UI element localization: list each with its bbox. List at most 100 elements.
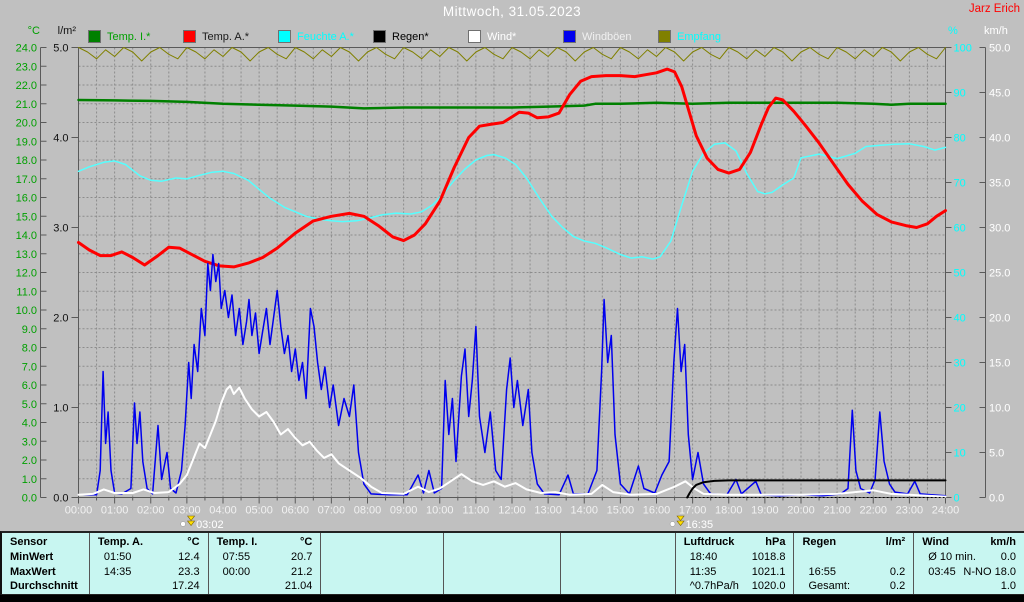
max-time: 00:00 (209, 565, 251, 580)
table-column-temp-i: Temp. I.°C 07:5520.7 00:0021.2 21.04 (209, 533, 322, 594)
time-tick-label: 23:00 (896, 505, 924, 517)
time-tick-label: 10:00 (426, 505, 454, 517)
temp-tick-label: 24.0 (16, 43, 37, 55)
column-unit: hPa (765, 535, 793, 550)
marker-dot-icon (670, 522, 675, 527)
temp-tick-label: 2.0 (22, 455, 37, 467)
temp-tick-label: 0.0 (22, 493, 37, 505)
temp-tick-label: 16.0 (16, 193, 37, 205)
max-value: 0.2 (890, 565, 913, 580)
temp-tick-label: 22.0 (16, 80, 37, 92)
min-time: Ø 10 min. (914, 550, 976, 565)
time-tick-label: 08:00 (354, 505, 382, 517)
avg-value: 1.0 (1001, 579, 1024, 594)
rain-tick-label: 4.0 (53, 133, 68, 145)
rain-tick-label: 1.0 (53, 403, 68, 415)
temp-tick-label: 19.0 (16, 136, 37, 148)
wind-tick-label: 45.0 (989, 88, 1010, 100)
time-tick-label: 22:00 (859, 505, 887, 517)
temp-tick-label: 21.0 (16, 99, 37, 111)
time-tick-label: 02:00 (137, 505, 165, 517)
humidity-tick-label: 40 (954, 313, 966, 325)
avg-value: 0.2 (890, 579, 913, 594)
humidity-tick-label: 70 (954, 178, 966, 190)
time-tick-label: 16:00 (643, 505, 671, 517)
temp-tick-label: 12.0 (16, 268, 37, 280)
time-tick-label: 05:00 (245, 505, 273, 517)
max-time: 03:45 (914, 565, 956, 580)
time-tick-label: 09:00 (390, 505, 418, 517)
time-tick-label: 21:00 (823, 505, 851, 517)
rain-tick-label: 2.0 (53, 313, 68, 325)
max-value: N-NO 18.0 (963, 565, 1024, 580)
temp-tick-label: 9.0 (22, 324, 37, 336)
table-row-label: MaxWert (2, 565, 89, 580)
table-row-label: Sensor (2, 535, 89, 550)
time-tick-label: 12:00 (498, 505, 526, 517)
wind-tick-label: 25.0 (989, 268, 1010, 280)
temp-tick-label: 17.0 (16, 174, 37, 186)
temp-tick-label: 14.0 (16, 230, 37, 242)
max-time: 14:35 (90, 565, 132, 580)
marker-arrow-icon (188, 516, 195, 526)
marker-time-label: 03:02 (196, 519, 224, 531)
marker-dot-icon (181, 522, 186, 527)
max-value: 21.2 (291, 565, 320, 580)
stats-table: Sensor MinWert MaxWert Durchschnitt Temp… (0, 531, 1024, 595)
wind-tick-label: 50.0 (989, 43, 1010, 55)
temp-tick-label: 11.0 (16, 286, 37, 298)
table-column-wind: Windkm/h Ø 10 min.0.0 03:45N-NO 18.0 1.0 (914, 533, 1024, 594)
time-tick-label: 19:00 (751, 505, 779, 517)
wind-tick-label: 5.0 (989, 448, 1004, 460)
marker-arrow-icon (677, 516, 684, 526)
temp-tick-label: 1.0 (22, 474, 37, 486)
table-column-regen: Regenl/m² 16:550.2 Gesamt:0.2 (794, 533, 914, 594)
time-tick-label: 13:00 (534, 505, 562, 517)
time-tick-label: 01:00 (101, 505, 129, 517)
max-value: 1021.1 (752, 565, 794, 580)
table-column-empty-3 (561, 533, 676, 594)
temp-tick-label: 23.0 (16, 61, 37, 73)
column-name: Temp. I. (209, 535, 258, 550)
rain-tick-label: 0.0 (53, 493, 68, 505)
table-column-luftdruck: LuftdruckhPa 18:401018.8 11:351021.1 ^0.… (676, 533, 795, 594)
wind-tick-label: 10.0 (989, 403, 1010, 415)
table-column-empty-1 (321, 533, 444, 594)
time-tick-label: 03:00 (173, 505, 201, 517)
time-tick-label: 07:00 (318, 505, 346, 517)
min-value: 1018.8 (752, 550, 794, 565)
weather-app-window: Mittwoch, 31.05.2023 Jarz Erich °C l/m² … (0, 0, 1024, 602)
weather-chart: 0.01.02.03.04.05.06.07.08.09.010.011.012… (0, 0, 1024, 531)
time-tick-label: 18:00 (715, 505, 743, 517)
time-tick-label: 06:00 (281, 505, 309, 517)
series-empfang (79, 48, 946, 62)
wind-tick-label: 15.0 (989, 358, 1010, 370)
rain-tick-label: 5.0 (53, 43, 68, 55)
min-time: 07:55 (209, 550, 251, 565)
min-value: 12.4 (178, 550, 207, 565)
humidity-tick-label: 90 (954, 88, 966, 100)
table-row-label: MinWert (2, 550, 89, 565)
temp-tick-label: 7.0 (22, 361, 37, 373)
table-column-temp-a: Temp. A.°C 01:5012.4 14:3523.3 17.24 (90, 533, 209, 594)
time-tick-label: 11:00 (463, 505, 490, 517)
max-value: 23.3 (178, 565, 207, 580)
avg-label (90, 579, 104, 594)
humidity-tick-label: 20 (954, 403, 966, 415)
max-time: 16:55 (794, 565, 836, 580)
temp-tick-label: 15.0 (16, 211, 37, 223)
column-name: Wind (914, 535, 949, 550)
avg-label: ^0.7hPa/h (676, 579, 739, 594)
table-row-labels: Sensor MinWert MaxWert Durchschnitt (2, 533, 90, 594)
temp-tick-label: 3.0 (22, 436, 37, 448)
temp-tick-label: 4.0 (22, 418, 37, 430)
column-unit: °C (300, 535, 320, 550)
avg-value: 1020.0 (752, 579, 794, 594)
humidity-tick-label: 60 (954, 223, 966, 235)
wind-tick-label: 35.0 (989, 178, 1010, 190)
avg-label (209, 579, 223, 594)
avg-label: Gesamt: (794, 579, 850, 594)
min-time: 01:50 (90, 550, 132, 565)
time-tick-label: 17:00 (679, 505, 707, 517)
temp-tick-label: 18.0 (16, 155, 37, 167)
